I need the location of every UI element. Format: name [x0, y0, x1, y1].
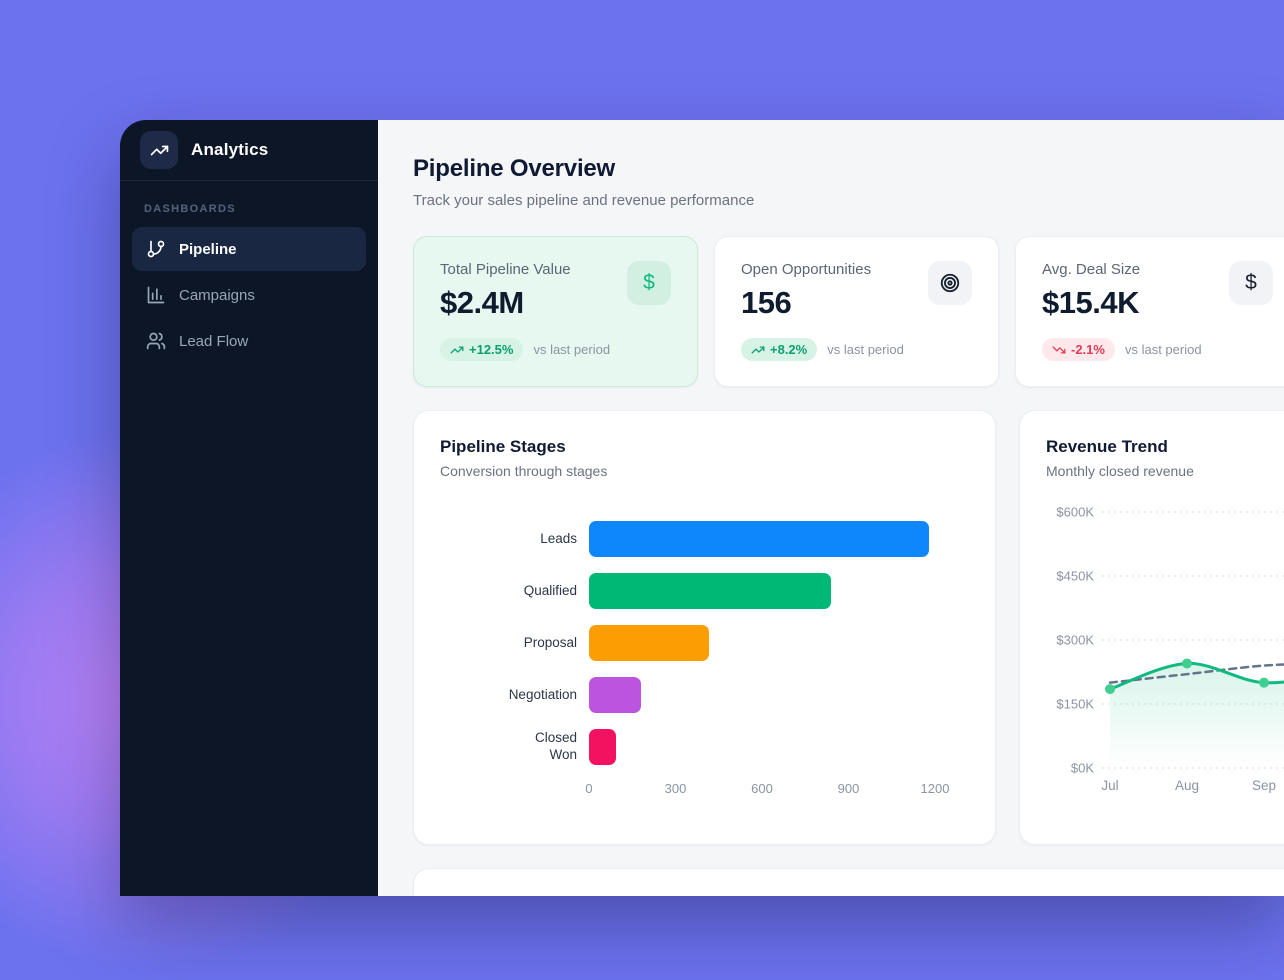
main-content: Pipeline Overview Track your sales pipel…: [378, 120, 1284, 896]
line-chart: $0K $150K $300K $450K $600K Jul Aug Sep: [1046, 501, 1284, 803]
target-icon: [928, 261, 972, 305]
change-value: +8.2%: [770, 342, 807, 357]
data-point: [1259, 678, 1269, 688]
trending-down-icon: [1052, 343, 1066, 357]
y-tick-label: $300K: [1056, 633, 1094, 648]
change-badge: +12.5%: [440, 338, 523, 361]
users-icon: [146, 331, 166, 351]
bar-category-label: Closed Won: [440, 730, 589, 764]
x-axis-tick: 900: [838, 781, 860, 796]
trending-up-logo-icon: [140, 131, 178, 169]
pipeline-stages-card: Pipeline Stages Conversion through stage…: [413, 410, 996, 845]
app-window: Analytics DASHBOARDS Pipeline Campaigns Le…: [120, 120, 1284, 896]
bar: [589, 677, 641, 713]
bar-category-label: Negotiation: [440, 687, 589, 704]
change-badge: +8.2%: [741, 338, 817, 361]
sidebar-item-label: Campaigns: [179, 287, 255, 304]
sidebar-item-lead-flow[interactable]: Lead Flow: [132, 319, 366, 363]
y-tick-label: $0K: [1071, 761, 1094, 776]
bar: [589, 573, 831, 609]
page-subtitle: Track your sales pipeline and revenue pe…: [413, 192, 1284, 209]
bar-row: Negotiation: [440, 669, 969, 721]
bar: [589, 729, 616, 765]
stats-row: Total Pipeline Value$2.4M+12.5%vs last p…: [413, 236, 1284, 387]
stat-meta: +8.2% vs last period: [741, 338, 972, 361]
chart-subtitle: Conversion through stages: [440, 463, 969, 479]
nav-section-label: DASHBOARDS: [120, 181, 378, 227]
trending-up-icon: [450, 343, 464, 357]
x-tick-label: Aug: [1175, 778, 1199, 793]
brand: Analytics: [120, 120, 378, 180]
sidebar-item-label: Lead Flow: [179, 333, 248, 350]
x-axis-tick: 1200: [921, 781, 950, 796]
page-title: Pipeline Overview: [413, 155, 1284, 183]
compare-label: vs last period: [827, 342, 904, 357]
x-tick-label: Jul: [1101, 778, 1118, 793]
bar-track: [589, 521, 935, 557]
bar-chart-icon: [146, 285, 166, 305]
change-value: -2.1%: [1071, 342, 1105, 357]
brand-name: Analytics: [191, 140, 268, 160]
git-branch-icon: [146, 239, 166, 259]
bar-track: [589, 573, 935, 609]
bottom-card-partially-visible: [413, 868, 1284, 896]
bar-track: [589, 677, 935, 713]
charts-row: Pipeline Stages Conversion through stage…: [413, 410, 1284, 845]
change-badge: -2.1%: [1042, 338, 1115, 361]
bar-row: Leads: [440, 513, 969, 565]
sidebar-nav: Pipeline Campaigns Lead Flow: [120, 227, 378, 363]
x-tick-label: Sep: [1252, 778, 1276, 793]
data-point: [1105, 684, 1115, 694]
dollar-icon: $: [1229, 261, 1273, 305]
bar-category-label: Proposal: [440, 635, 589, 652]
chart-title: Revenue Trend: [1046, 437, 1284, 457]
bar-chart-axis: 0 300 600 900 1200: [440, 781, 969, 799]
bar-row: Qualified: [440, 565, 969, 617]
revenue-trend-card: Revenue Trend Monthly closed revenue $0K…: [1019, 410, 1284, 845]
sidebar-item-label: Pipeline: [179, 241, 237, 258]
bar: [589, 521, 929, 557]
y-tick-label: $600K: [1056, 505, 1094, 520]
change-value: +12.5%: [469, 342, 513, 357]
y-tick-label: $450K: [1056, 569, 1094, 584]
stat-card-total-pipeline-value[interactable]: Total Pipeline Value$2.4M+12.5%vs last p…: [413, 236, 698, 387]
trending-up-icon: [751, 343, 765, 357]
x-axis-tick: 600: [751, 781, 773, 796]
stat-meta: +12.5% vs last period: [440, 338, 671, 361]
bar-row: Closed Won: [440, 721, 969, 773]
bar-category-label: Qualified: [440, 583, 589, 600]
bar-category-label: Leads: [440, 531, 589, 548]
chart-title: Pipeline Stages: [440, 437, 969, 457]
bar-row: Proposal: [440, 617, 969, 669]
stat-card-open-opportunities[interactable]: Open Opportunities156+8.2%vs last period: [714, 236, 999, 387]
page-header: Pipeline Overview Track your sales pipel…: [413, 155, 1284, 209]
x-axis-tick: 300: [665, 781, 687, 796]
bar-chart: Leads Qualified Proposal Negotiation Closed …: [440, 513, 969, 773]
axis-track: 03006009001200: [589, 781, 935, 799]
y-tick-label: $150K: [1056, 697, 1094, 712]
sidebar: Analytics DASHBOARDS Pipeline Campaigns Le…: [120, 120, 378, 896]
compare-label: vs last period: [533, 342, 610, 357]
x-axis-tick: 0: [585, 781, 592, 796]
stat-card-avg-deal-size[interactable]: Avg. Deal Size$15.4K-2.1%vs last period$: [1015, 236, 1284, 387]
data-point: [1182, 658, 1192, 668]
dollar-icon: $: [627, 261, 671, 305]
compare-label: vs last period: [1125, 342, 1202, 357]
sidebar-item-pipeline[interactable]: Pipeline: [132, 227, 366, 271]
sidebar-item-campaigns[interactable]: Campaigns: [132, 273, 366, 317]
chart-subtitle: Monthly closed revenue: [1046, 463, 1284, 479]
bar-track: [589, 729, 935, 765]
bar-track: [589, 625, 935, 661]
stat-meta: -2.1% vs last period: [1042, 338, 1273, 361]
bar: [589, 625, 709, 661]
